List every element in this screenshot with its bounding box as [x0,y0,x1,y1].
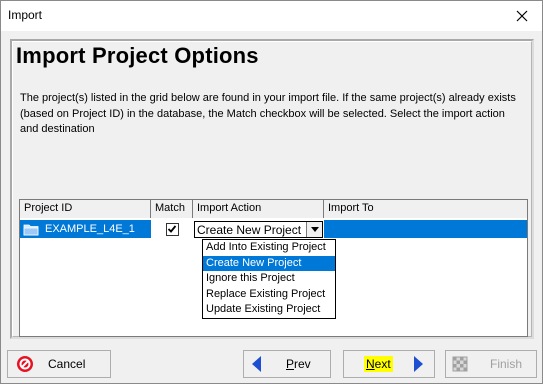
cancel-icon [16,355,34,373]
dropdown-option-update-existing[interactable]: Update Existing Project [203,302,335,318]
description-text: The project(s) listed in the grid below … [20,92,516,135]
close-button[interactable] [502,1,542,31]
dropdown-option-add-into-existing[interactable]: Add Into Existing Project [203,240,335,256]
project-id-value: EXAMPLE_L4E_1 [45,223,135,235]
close-icon [516,10,528,22]
import-dialog: Import Import Project Options The projec… [0,0,543,384]
window-title: Import [8,8,43,22]
cancel-button[interactable]: Cancel [7,350,111,378]
column-header-project-id[interactable]: Project ID [20,200,151,218]
chevron-down-icon [310,227,319,232]
match-checkbox[interactable] [165,222,179,236]
projects-grid: Project ID Match Import Action Import To… [19,199,528,337]
import-action-select[interactable]: Create New Project [194,221,323,238]
next-button[interactable]: Next [343,350,435,378]
import-action-value: Create New Project [197,222,302,237]
import-action-dropdown-list: Add Into Existing Project Create New Pro… [202,239,336,319]
finish-flag-icon [452,356,468,372]
finish-button-label: Finish [490,357,523,371]
import-action-cell[interactable]: Create New Project [193,220,324,238]
project-id-cell[interactable]: EXAMPLE_L4E_1 [20,220,151,238]
dropdown-option-create-new[interactable]: Create New Project [203,255,335,271]
grid-header: Project ID Match Import Action Import To [20,200,527,218]
import-to-cell[interactable] [324,220,527,238]
column-header-match[interactable]: Match [151,200,193,218]
page-title: Import Project Options [16,43,259,68]
match-cell[interactable] [151,220,193,238]
dropdown-option-ignore[interactable]: Ignore this Project [203,271,335,287]
options-panel: Import Project Options The project(s) li… [10,39,534,339]
cancel-button-label: Cancel [48,357,86,371]
prev-button[interactable]: Prev [243,350,331,378]
next-button-label: Next [364,356,393,372]
checkmark-icon [167,225,177,233]
folder-icon [23,223,39,236]
finish-button[interactable]: Finish [445,350,537,378]
column-header-import-action[interactable]: Import Action [193,200,324,218]
dropdown-arrow-button[interactable] [306,222,322,237]
table-row[interactable]: EXAMPLE_L4E_1 Create New Project [20,220,527,238]
title-bar: Import [1,1,542,31]
dropdown-option-replace-existing[interactable]: Replace Existing Project [203,287,335,303]
prev-button-label: Prev [286,357,311,371]
arrow-left-icon [252,356,262,372]
arrow-right-icon [413,356,423,372]
column-header-import-to[interactable]: Import To [324,200,527,218]
